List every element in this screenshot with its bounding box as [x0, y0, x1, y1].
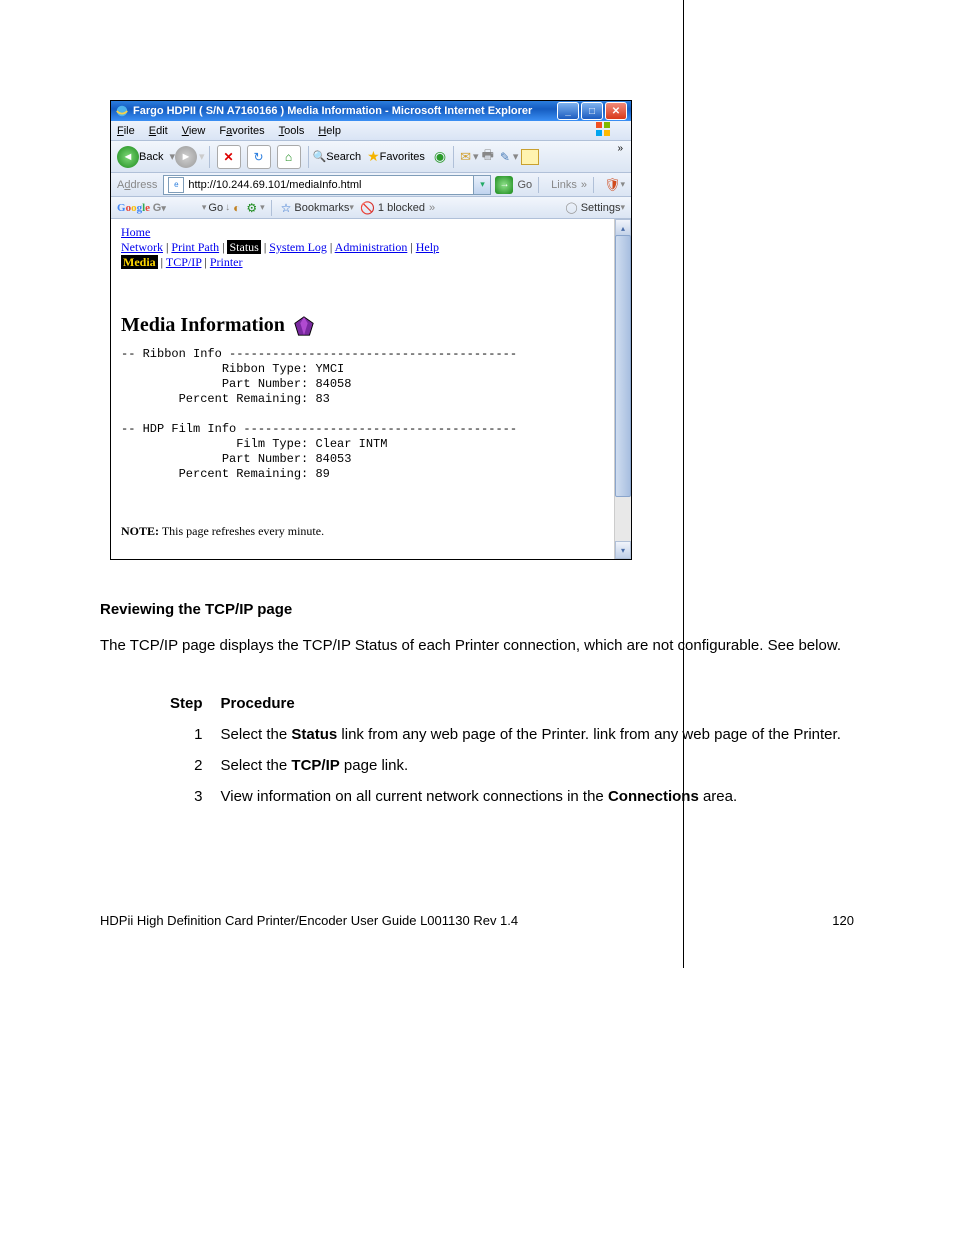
col-step-header: Step — [162, 689, 211, 718]
ie-window-screenshot: Fargo HDPII ( S/N A7160166 ) Media Infor… — [110, 100, 632, 560]
back-button[interactable]: ◄ — [117, 146, 139, 168]
print-icon[interactable]: 🖶 — [482, 146, 494, 168]
addressbar: Address e http://10.244.69.101/mediaInfo… — [111, 173, 631, 197]
google-more[interactable]: » — [429, 202, 435, 214]
step-row: 3 View information on all current networ… — [162, 782, 849, 811]
menu-tools[interactable]: Tools — [279, 125, 305, 137]
nav-home[interactable]: Home — [121, 225, 150, 239]
blocked-label[interactable]: 1 blocked — [378, 202, 425, 214]
links-label[interactable]: Links — [551, 179, 577, 191]
toolbar-overflow[interactable]: » — [617, 143, 623, 154]
footer-page-number: 120 — [832, 913, 854, 928]
security-icon[interactable]: 🛡 — [604, 177, 621, 193]
page-heading: Media Information — [121, 314, 604, 337]
window-titlebar: Fargo HDPII ( S/N A7160166 ) Media Infor… — [111, 101, 631, 121]
nav-admin[interactable]: Administration — [335, 240, 408, 254]
address-dropdown[interactable]: ▾ — [474, 175, 491, 195]
ribbon-info-block: -- Ribbon Info -------------------------… — [121, 347, 604, 482]
scroll-thumb[interactable] — [615, 235, 631, 497]
note-line: NOTE: This page refreshes every minute. — [121, 524, 604, 539]
scrollbar[interactable]: ▴ ▾ — [614, 219, 631, 559]
bookmarks-label[interactable]: Bookmarks — [294, 202, 349, 214]
page-footer: HDPii High Definition Card Printer/Encod… — [100, 913, 854, 928]
favorites-label[interactable]: Favorites — [380, 151, 425, 163]
google-toolbar: Google G▾ ▾ Go ↓ ◐ ⚙▾ ☆ Bookmarks▾ 🚫 1 b… — [111, 197, 631, 219]
menu-help[interactable]: Help — [318, 125, 341, 137]
history-icon[interactable]: ✉ — [460, 149, 471, 165]
nav-status[interactable]: Status — [227, 240, 260, 254]
back-label[interactable]: Back — [139, 151, 163, 163]
menu-edit[interactable]: Edit — [149, 125, 168, 137]
section-heading: Reviewing the TCP/IP page — [100, 600, 854, 620]
address-input[interactable]: e http://10.244.69.101/mediaInfo.html — [163, 175, 474, 195]
favorites-star-icon: ★ — [367, 148, 380, 165]
home-icon[interactable]: ⌂ — [277, 145, 301, 169]
toolbar: ◄ Back ▾ ► ▾ ✕ ↻ ⌂ 🔍 Search ★ Favorites … — [111, 141, 631, 173]
window-title: Fargo HDPII ( S/N A7160166 ) Media Infor… — [133, 105, 532, 117]
google-options-icon[interactable]: ⚙ — [246, 201, 257, 215]
window-close-button[interactable]: ✕ — [605, 102, 627, 120]
settings-icon: ◯ — [565, 201, 577, 214]
window-maximize-button[interactable]: □ — [581, 102, 603, 120]
menu-favorites[interactable]: Favorites — [219, 125, 264, 137]
refresh-icon[interactable]: ↻ — [247, 145, 271, 169]
diamond-icon — [293, 315, 315, 337]
search-label[interactable]: Search — [326, 151, 361, 163]
col-proc-header: Procedure — [213, 689, 849, 718]
steps-table: Step Procedure 1 Select the Status link … — [160, 687, 851, 813]
nav-syslog[interactable]: System Log — [269, 240, 327, 254]
page-icon: e — [168, 177, 184, 193]
popup-block-icon: 🚫 — [360, 201, 375, 215]
bookmarks-icon: ☆ — [281, 201, 292, 215]
window-minimize-button[interactable]: _ — [557, 102, 579, 120]
media-icon[interactable]: ◉ — [434, 148, 446, 165]
nav-help[interactable]: Help — [416, 240, 439, 254]
step-row: 1 Select the Status link from any web pa… — [162, 720, 849, 749]
search-icon: 🔍 — [313, 150, 327, 163]
menu-view[interactable]: View — [182, 125, 206, 137]
address-label: Address — [117, 179, 157, 191]
go-label[interactable]: Go — [517, 179, 532, 191]
stop-icon[interactable]: ✕ — [217, 145, 241, 169]
footer-left: HDPii High Definition Card Printer/Encod… — [100, 913, 518, 928]
ie-logo-icon — [115, 104, 129, 118]
menubar: File Edit View Favorites Tools Help — [111, 121, 631, 141]
step-row: 2 Select the TCP/IP page link. — [162, 751, 849, 780]
google-go[interactable]: Go — [208, 202, 223, 214]
page-content: Home Network | Print Path | Status | Sys… — [111, 219, 614, 559]
subnav-tcpip[interactable]: TCP/IP — [166, 255, 202, 269]
notepad-icon[interactable] — [521, 149, 539, 165]
google-logo[interactable]: Google G▾ — [117, 202, 166, 214]
scroll-down-icon[interactable]: ▾ — [615, 541, 631, 559]
menu-file[interactable]: File — [117, 125, 135, 137]
windows-flag-icon — [595, 121, 611, 140]
settings-label[interactable]: Settings — [581, 202, 621, 214]
nav-printpath[interactable]: Print Path — [171, 240, 219, 254]
subnav-media[interactable]: Media — [121, 255, 158, 269]
forward-button[interactable]: ► — [175, 146, 197, 168]
section-intro: The TCP/IP page displays the TCP/IP Stat… — [100, 636, 854, 656]
google-pagerank-icon[interactable]: ◐ — [233, 201, 240, 215]
url-text: http://10.244.69.101/mediaInfo.html — [188, 179, 361, 191]
go-button[interactable]: → — [495, 176, 513, 194]
column-divider — [683, 0, 684, 968]
edit-icon[interactable]: ✎ — [500, 150, 510, 164]
links-more[interactable]: » — [581, 179, 587, 191]
nav-network[interactable]: Network — [121, 240, 163, 254]
subnav-printer[interactable]: Printer — [210, 255, 243, 269]
